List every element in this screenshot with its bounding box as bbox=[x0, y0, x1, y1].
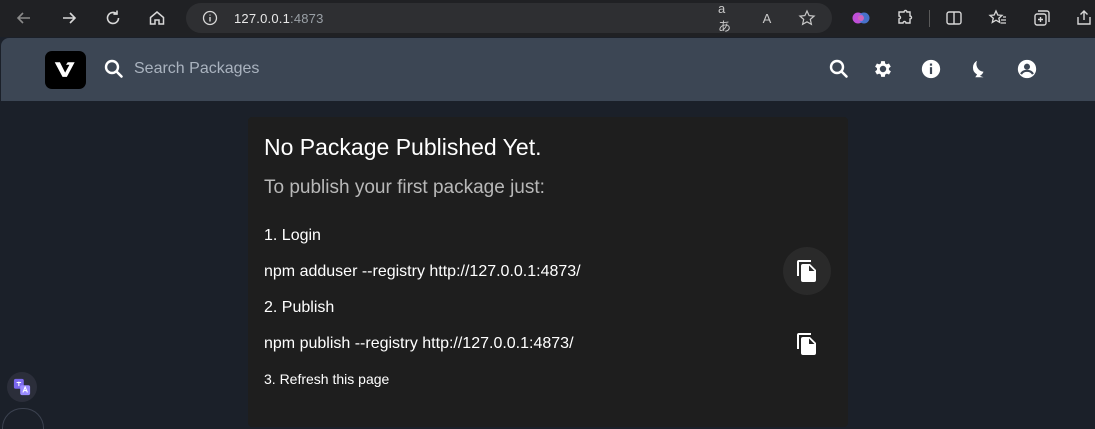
account-button[interactable] bbox=[1014, 56, 1040, 82]
app-header bbox=[1, 38, 1095, 101]
search-icon bbox=[104, 59, 123, 78]
url-text: 127.0.0.1:4873 bbox=[234, 11, 324, 26]
copy-adduser-button[interactable] bbox=[783, 247, 831, 295]
refresh-icon[interactable] bbox=[102, 7, 124, 29]
copilot-icon[interactable] bbox=[851, 8, 871, 28]
extensions-icon[interactable] bbox=[895, 8, 915, 28]
translate-extension-button[interactable] bbox=[7, 372, 37, 402]
publish-command: npm publish --registry http://127.0.0.1:… bbox=[264, 335, 574, 352]
adduser-command: npm adduser --registry http://127.0.0.1:… bbox=[264, 263, 581, 280]
split-screen-icon[interactable] bbox=[944, 8, 964, 28]
logo-mark-icon bbox=[54, 62, 75, 77]
home-icon[interactable] bbox=[146, 7, 168, 29]
copy-icon bbox=[797, 260, 816, 282]
back-icon[interactable] bbox=[13, 7, 35, 29]
verdaccio-logo[interactable] bbox=[45, 51, 86, 89]
info-icon bbox=[921, 59, 941, 79]
page-title: No Package Published Yet. bbox=[264, 134, 542, 160]
browser-toolbar: 127.0.0.1:4873 aあ A bbox=[0, 0, 1095, 37]
toolbar-divider bbox=[929, 10, 930, 27]
gear-icon bbox=[875, 61, 891, 77]
night-mode-icon bbox=[972, 60, 984, 78]
read-aloud-icon[interactable]: A bbox=[758, 9, 776, 27]
instructions-subtitle: To publish your first package just: bbox=[264, 177, 545, 198]
search-button[interactable] bbox=[826, 56, 852, 82]
account-circle-icon bbox=[1017, 59, 1037, 79]
favorite-star-icon[interactable] bbox=[798, 9, 816, 27]
forward-icon[interactable] bbox=[58, 7, 80, 29]
copy-icon bbox=[797, 333, 816, 355]
search-input[interactable] bbox=[134, 56, 434, 82]
step-publish-label: 2. Publish bbox=[264, 299, 335, 316]
search-icon bbox=[829, 59, 848, 78]
collections-icon[interactable] bbox=[1032, 8, 1052, 28]
share-icon[interactable] bbox=[1074, 8, 1094, 28]
translate-icon bbox=[13, 378, 31, 396]
translate-page-icon[interactable]: aあ bbox=[718, 1, 736, 34]
favorites-icon[interactable] bbox=[988, 8, 1008, 28]
settings-button[interactable] bbox=[870, 56, 896, 82]
address-bar[interactable]: 127.0.0.1:4873 aあ A bbox=[186, 1, 832, 34]
step-refresh-label: 3. Refresh this page bbox=[264, 371, 390, 387]
step-login-label: 1. Login bbox=[264, 227, 321, 244]
copy-publish-button[interactable] bbox=[783, 320, 831, 368]
empty-state-card: No Package Published Yet. To publish you… bbox=[248, 117, 848, 427]
theme-toggle-button[interactable] bbox=[965, 56, 991, 82]
site-info-icon[interactable] bbox=[202, 10, 218, 26]
info-button[interactable] bbox=[918, 56, 944, 82]
